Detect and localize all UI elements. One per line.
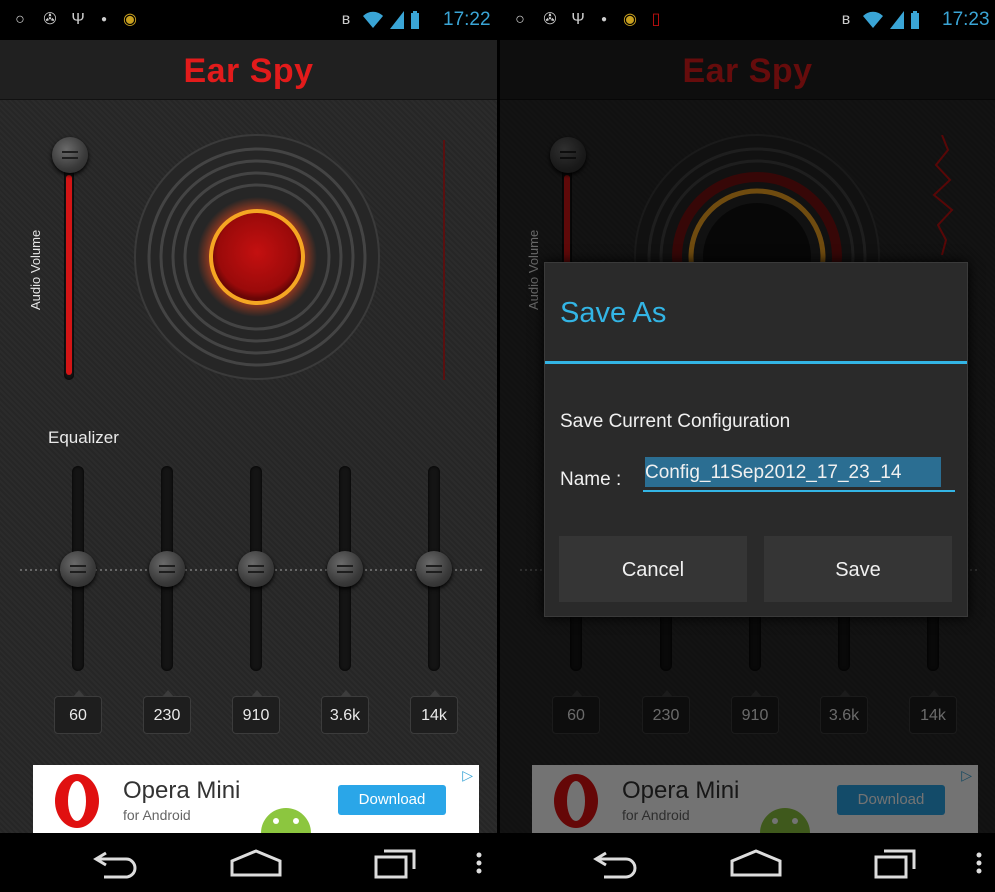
wifi-icon — [863, 11, 883, 28]
circle-icon: ○ — [15, 11, 25, 28]
signal-icon — [390, 11, 404, 29]
home-icon[interactable] — [228, 847, 284, 879]
dialog-title-divider — [545, 361, 967, 364]
signal-icon — [890, 11, 904, 29]
eq-band-label: 230 — [143, 690, 191, 734]
opera-logo-icon — [55, 774, 99, 828]
eq-thumb-910[interactable] — [238, 551, 274, 587]
ad-title: Opera Mini — [123, 777, 241, 804]
app-title: Ear Spy — [183, 52, 314, 90]
eq-band-label: 14k — [410, 690, 458, 734]
usb-icon: Ψ — [71, 11, 85, 28]
save-button[interactable]: Save — [763, 535, 953, 603]
menu-icon[interactable] — [474, 847, 484, 879]
volume-slider-thumb[interactable] — [52, 137, 88, 173]
nav-bar — [0, 833, 497, 892]
bluetooth-icon: ʙ — [841, 11, 851, 28]
clock: 17:23 — [942, 9, 990, 30]
eq-band-label: 910 — [232, 690, 280, 734]
android-robot-icon — [261, 808, 311, 833]
status-bar: ○ ✇ Ψ ● ◉ ʙ 17:22 — [0, 0, 497, 40]
app-icon: ◉ — [623, 11, 637, 28]
home-icon[interactable] — [728, 847, 784, 879]
eq-thumb-14k[interactable] — [416, 551, 452, 587]
usb-icon: Ψ — [571, 11, 585, 28]
save-as-dialog: Save As Save Current Configuration Name … — [544, 262, 968, 617]
circle-icon: ○ — [515, 11, 525, 28]
android-icon: ✇ — [543, 11, 557, 28]
android-icon: ✇ — [43, 11, 57, 28]
menu-icon[interactable] — [974, 847, 984, 879]
bluetooth-icon: ʙ — [341, 11, 351, 28]
eq-band-label: 3.6k — [321, 690, 369, 734]
wifi-icon — [363, 11, 383, 28]
eq-thumb-3-6k[interactable] — [327, 551, 363, 587]
dot-icon: ● — [600, 14, 608, 25]
equalizer-label: Equalizer — [48, 428, 119, 447]
clock: 17:22 — [443, 9, 491, 30]
back-icon[interactable] — [92, 847, 142, 879]
record-button[interactable] — [130, 130, 385, 385]
recents-icon[interactable] — [372, 847, 420, 879]
battery-icon — [411, 11, 419, 29]
record-status-icon: ▯ — [651, 11, 661, 28]
recents-icon[interactable] — [872, 847, 920, 879]
dialog-message: Save Current Configuration — [560, 411, 791, 432]
name-label: Name : — [560, 469, 622, 490]
main-screen: ○ ✇ Ψ ● ◉ ʙ 17:22 Ear Spy Audio Volume E… — [0, 0, 497, 892]
ad-download-button[interactable]: Download — [338, 785, 446, 815]
volume-slider-fill — [66, 175, 72, 375]
app-icon: ◉ — [123, 11, 137, 28]
volume-label: Audio Volume — [28, 229, 43, 310]
nav-bar — [500, 833, 995, 892]
dialog-title: Save As — [560, 297, 667, 329]
dot-icon: ● — [100, 14, 108, 25]
cancel-button[interactable]: Cancel — [558, 535, 748, 603]
name-input[interactable] — [643, 456, 955, 492]
battery-icon — [911, 11, 919, 29]
save-dialog-screen: ○ ✇ Ψ ● ◉ ▯ ʙ 17:23 Ear Spy Audio Volume… — [500, 0, 995, 892]
ad-banner[interactable]: Opera Mini for Android Download ▷ — [33, 765, 479, 833]
ad-subtitle: for Android — [123, 807, 191, 823]
back-icon[interactable] — [592, 847, 642, 879]
eq-thumb-230[interactable] — [149, 551, 185, 587]
adchoices-icon[interactable]: ▷ — [462, 767, 473, 784]
action-bar: Ear Spy — [0, 40, 497, 100]
eq-band-label: 60 — [54, 690, 102, 734]
eq-thumb-60[interactable] — [60, 551, 96, 587]
status-bar: ○ ✇ Ψ ● ◉ ▯ ʙ 17:23 — [500, 0, 995, 40]
signal-level-line — [443, 140, 445, 380]
